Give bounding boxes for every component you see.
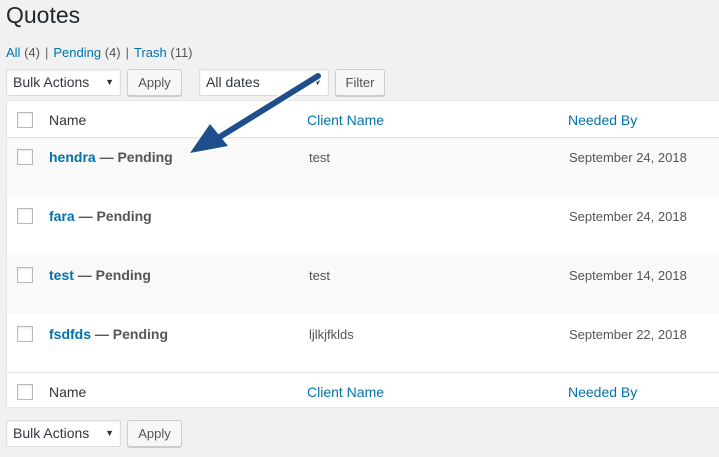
- annotation-arrow-icon: [188, 71, 323, 155]
